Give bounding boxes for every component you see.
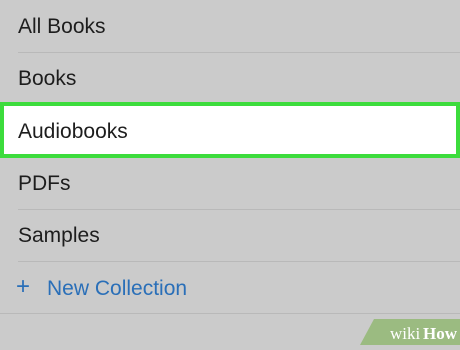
collection-item-audiobooks[interactable]: Audiobooks: [0, 102, 460, 158]
collection-item-samples[interactable]: Samples: [0, 210, 460, 262]
collection-item-label: All Books: [18, 15, 106, 38]
collection-item-books[interactable]: Books: [0, 53, 460, 105]
watermark-wiki-text: wiki: [390, 324, 421, 343]
collection-item-label: Samples: [18, 224, 100, 247]
collection-item-label: Books: [18, 67, 77, 90]
collection-item-label: Audiobooks: [18, 120, 128, 143]
new-collection-label: New Collection: [47, 277, 188, 300]
collection-item-pdfs[interactable]: PDFs: [0, 158, 460, 210]
plus-icon: +: [16, 273, 31, 300]
collection-item-label: PDFs: [18, 172, 71, 195]
wikihow-logo-icon: wiki How: [360, 319, 460, 345]
collection-item-all-books[interactable]: All Books: [0, 0, 460, 52]
wikihow-watermark: wiki How: [360, 305, 460, 345]
watermark-how-text: How: [423, 324, 458, 343]
